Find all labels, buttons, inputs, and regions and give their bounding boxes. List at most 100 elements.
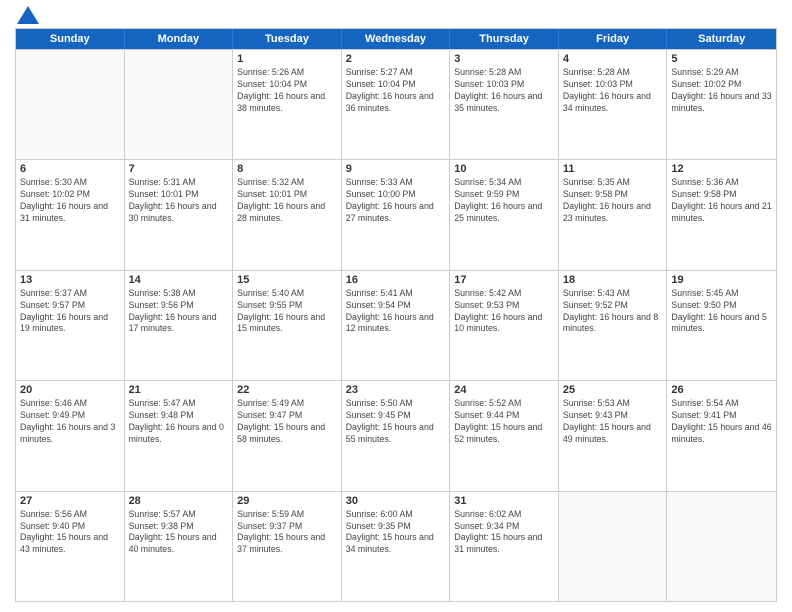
day-info: Sunrise: 5:27 AMSunset: 10:04 PMDaylight… [346,67,446,115]
day-number: 12 [671,163,772,175]
calendar-header-cell: Monday [125,29,234,49]
calendar-cell: 12 Sunrise: 5:36 AMSunset: 9:58 PMDayligh… [667,160,776,269]
calendar-week: 20Sunrise: 5:46 AMSunset: 9:49 PMDayligh… [16,380,776,490]
day-number: 6 [20,163,120,175]
day-number: 8 [237,163,337,175]
page: SundayMondayTuesdayWednesdayThursdayFrid… [0,0,792,612]
calendar-header-cell: Sunday [16,29,125,49]
day-info: Sunrise: 5:43 AMSunset: 9:52 PMDaylight:… [563,288,663,336]
day-number: 28 [129,495,229,507]
logo-icon [17,6,39,24]
calendar-week: 13 Sunrise: 5:37 AMSunset: 9:57 PMDayligh… [16,270,776,380]
day-number: 18 [563,274,663,286]
day-info: Sunrise: 5:54 AMSunset: 9:41 PMDaylight:… [671,398,772,446]
calendar-cell: 14Sunrise: 5:38 AMSunset: 9:56 PMDayligh… [125,271,234,380]
calendar-cell: 10 Sunrise: 5:34 AMSunset: 9:59 PMDayligh… [450,160,559,269]
day-info: Sunrise: 5:49 AMSunset: 9:47 PMDaylight:… [237,398,337,446]
day-number: 21 [129,384,229,396]
calendar-week: 27 Sunrise: 5:56 AMSunset: 9:40 PMDayligh… [16,491,776,601]
header [15,10,777,24]
day-info: Sunrise: 5:26 AMSunset: 10:04 PMDaylight… [237,67,337,115]
calendar-cell: 16 Sunrise: 5:41 AMSunset: 9:54 PMDayligh… [342,271,451,380]
day-info: Sunrise: 5:56 AMSunset: 9:40 PMDaylight:… [20,509,120,557]
day-info: Sunrise: 5:30 AMSunset: 10:02 PMDaylight… [20,177,120,225]
day-info: Sunrise: 5:38 AMSunset: 9:56 PMDaylight:… [129,288,229,336]
day-number: 23 [346,384,446,396]
day-info: Sunrise: 5:52 AMSunset: 9:44 PMDaylight:… [454,398,554,446]
day-info: Sunrise: 5:50 AMSunset: 9:45 PMDaylight:… [346,398,446,446]
calendar-cell [16,50,125,159]
calendar-cell: 6 Sunrise: 5:30 AMSunset: 10:02 PMDayligh… [16,160,125,269]
calendar-cell: 25 Sunrise: 5:53 AMSunset: 9:43 PMDayligh… [559,381,668,490]
day-info: Sunrise: 5:36 AMSunset: 9:58 PMDaylight:… [671,177,772,225]
calendar-cell: 17Sunrise: 5:42 AMSunset: 9:53 PMDayligh… [450,271,559,380]
calendar-cell: 29 Sunrise: 5:59 AMSunset: 9:37 PMDayligh… [233,492,342,601]
day-info: Sunrise: 5:35 AMSunset: 9:58 PMDaylight:… [563,177,663,225]
day-info: Sunrise: 5:28 AMSunset: 10:03 PMDaylight… [454,67,554,115]
day-info: Sunrise: 5:47 AMSunset: 9:48 PMDaylight:… [129,398,229,446]
calendar-cell: 26 Sunrise: 5:54 AMSunset: 9:41 PMDayligh… [667,381,776,490]
calendar-cell: 31 Sunrise: 6:02 AMSunset: 9:34 PMDayligh… [450,492,559,601]
day-info: Sunrise: 5:53 AMSunset: 9:43 PMDaylight:… [563,398,663,446]
day-number: 31 [454,495,554,507]
day-number: 10 [454,163,554,175]
day-info: Sunrise: 6:02 AMSunset: 9:34 PMDaylight:… [454,509,554,557]
day-number: 29 [237,495,337,507]
calendar: SundayMondayTuesdayWednesdayThursdayFrid… [15,28,777,602]
day-number: 2 [346,53,446,65]
calendar-header-cell: Friday [559,29,668,49]
calendar-header-cell: Thursday [450,29,559,49]
day-number: 26 [671,384,772,396]
calendar-cell: 4Sunrise: 5:28 AMSunset: 10:03 PMDayligh… [559,50,668,159]
calendar-cell: 28 Sunrise: 5:57 AMSunset: 9:38 PMDayligh… [125,492,234,601]
day-number: 11 [563,163,663,175]
calendar-header-cell: Wednesday [342,29,451,49]
logo [15,10,39,24]
calendar-cell: 24 Sunrise: 5:52 AMSunset: 9:44 PMDayligh… [450,381,559,490]
day-info: Sunrise: 5:57 AMSunset: 9:38 PMDaylight:… [129,509,229,557]
day-info: Sunrise: 5:59 AMSunset: 9:37 PMDaylight:… [237,509,337,557]
day-number: 16 [346,274,446,286]
day-info: Sunrise: 5:34 AMSunset: 9:59 PMDaylight:… [454,177,554,225]
calendar-cell: 18 Sunrise: 5:43 AMSunset: 9:52 PMDayligh… [559,271,668,380]
calendar-header-cell: Saturday [667,29,776,49]
calendar-week: 6 Sunrise: 5:30 AMSunset: 10:02 PMDayligh… [16,159,776,269]
day-info: Sunrise: 5:29 AMSunset: 10:02 PMDaylight… [671,67,772,115]
day-number: 1 [237,53,337,65]
day-info: Sunrise: 5:28 AMSunset: 10:03 PMDaylight… [563,67,663,115]
calendar-cell [559,492,668,601]
calendar-cell [667,492,776,601]
calendar-cell: 1 Sunrise: 5:26 AMSunset: 10:04 PMDayligh… [233,50,342,159]
day-number: 13 [20,274,120,286]
calendar-header: SundayMondayTuesdayWednesdayThursdayFrid… [16,29,776,49]
day-number: 24 [454,384,554,396]
calendar-cell: 8 Sunrise: 5:32 AMSunset: 10:01 PMDayligh… [233,160,342,269]
calendar-week: 1 Sunrise: 5:26 AMSunset: 10:04 PMDayligh… [16,49,776,159]
day-number: 27 [20,495,120,507]
day-number: 22 [237,384,337,396]
calendar-cell: 22 Sunrise: 5:49 AMSunset: 9:47 PMDayligh… [233,381,342,490]
day-info: Sunrise: 5:33 AMSunset: 10:00 PMDaylight… [346,177,446,225]
day-number: 19 [671,274,772,286]
day-info: Sunrise: 5:40 AMSunset: 9:55 PMDaylight:… [237,288,337,336]
day-number: 25 [563,384,663,396]
day-info: Sunrise: 5:31 AMSunset: 10:01 PMDaylight… [129,177,229,225]
day-info: Sunrise: 5:37 AMSunset: 9:57 PMDaylight:… [20,288,120,336]
calendar-cell: 3Sunrise: 5:28 AMSunset: 10:03 PMDayligh… [450,50,559,159]
calendar-cell: 5 Sunrise: 5:29 AMSunset: 10:02 PMDayligh… [667,50,776,159]
day-number: 15 [237,274,337,286]
calendar-cell: 19 Sunrise: 5:45 AMSunset: 9:50 PMDayligh… [667,271,776,380]
calendar-cell: 23 Sunrise: 5:50 AMSunset: 9:45 PMDayligh… [342,381,451,490]
day-info: Sunrise: 5:41 AMSunset: 9:54 PMDaylight:… [346,288,446,336]
calendar-cell: 20Sunrise: 5:46 AMSunset: 9:49 PMDayligh… [16,381,125,490]
day-info: Sunrise: 6:00 AMSunset: 9:35 PMDaylight:… [346,509,446,557]
calendar-cell: 27 Sunrise: 5:56 AMSunset: 9:40 PMDayligh… [16,492,125,601]
day-info: Sunrise: 5:45 AMSunset: 9:50 PMDaylight:… [671,288,772,336]
day-info: Sunrise: 5:32 AMSunset: 10:01 PMDaylight… [237,177,337,225]
calendar-cell: 11 Sunrise: 5:35 AMSunset: 9:58 PMDayligh… [559,160,668,269]
calendar-cell: 30Sunrise: 6:00 AMSunset: 9:35 PMDayligh… [342,492,451,601]
calendar-header-cell: Tuesday [233,29,342,49]
day-number: 5 [671,53,772,65]
calendar-cell: 2 Sunrise: 5:27 AMSunset: 10:04 PMDayligh… [342,50,451,159]
day-number: 17 [454,274,554,286]
